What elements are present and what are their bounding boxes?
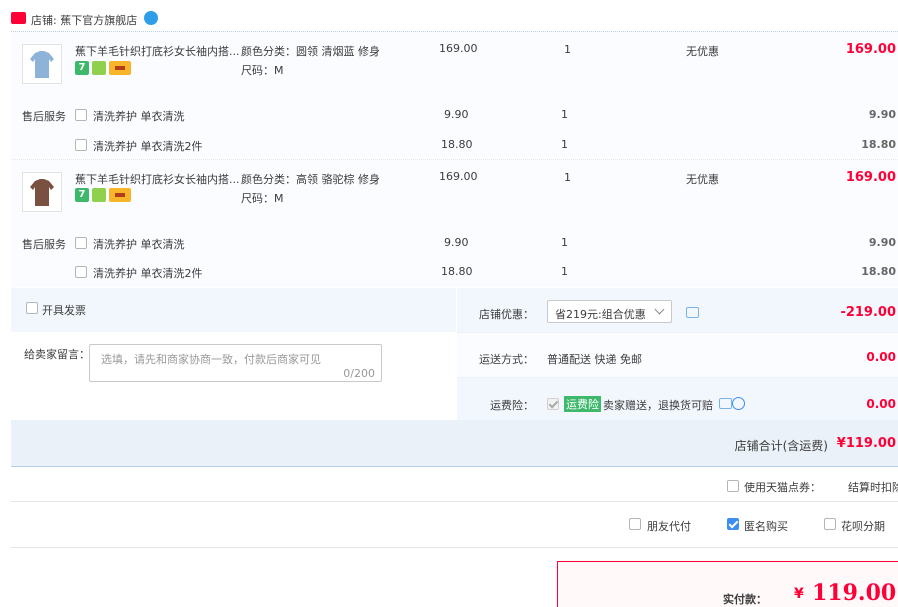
coupon-label[interactable]: 使用天猫点券： [744, 479, 821, 495]
tmall-badge-icon [11, 12, 26, 24]
insurance-checkbox[interactable] [547, 398, 559, 410]
item-2-service-2-subtotal: 18.80 [861, 265, 896, 278]
item-2-service-1-qty: 1 [561, 236, 568, 249]
item-2-service-1-subtotal: 9.90 [868, 236, 896, 249]
payment-summary-box: 实付款： ¥ 119.00 [557, 561, 898, 607]
friend-pay-checkbox[interactable] [629, 518, 641, 530]
item-2-service-2-checkbox[interactable] [75, 266, 87, 278]
item-2-sku-size: 尺码：M [241, 192, 284, 205]
quality-guarantee-icon [92, 188, 106, 202]
invoice-label[interactable]: 开具发票 [42, 302, 86, 318]
credit-card-icon [109, 61, 131, 75]
item-1-title[interactable]: 蕉下羊毛针织打底衫女长袖内搭... [75, 43, 240, 59]
coupon-checkbox[interactable] [727, 480, 739, 492]
shop-discount-amount: -219.00 [840, 305, 896, 320]
shop-discount-label: 店铺优惠： [479, 308, 534, 321]
coupon-divider [11, 501, 898, 502]
discount-comment-icon[interactable] [686, 307, 699, 318]
item-1-price: 169.00 [439, 42, 478, 55]
shop-total-label: 店铺合计(含运费) [734, 439, 828, 453]
seven-day-return-icon: 7 [75, 188, 89, 202]
item-1-service-1-qty: 1 [561, 108, 568, 121]
item-1-service-1-label[interactable]: 清洗养护 单衣清洗 [93, 108, 185, 124]
item-2-qty: 1 [564, 171, 571, 184]
order-item-1: 蕉下羊毛针织打底衫女长袖内搭... 7 颜色分类：圆领 清烟蓝 修身 尺码：M … [11, 32, 898, 159]
chevron-down-icon [654, 304, 665, 315]
friend-pay-label[interactable]: 朋友代付 [647, 518, 691, 534]
pay-amount: 119.00 [812, 580, 897, 606]
insurance-text: 卖家赠送，退换货可赔 [603, 399, 713, 412]
item-1-promo: 无优惠 [686, 45, 719, 58]
sweater-icon [30, 51, 54, 78]
item-2-service-2-price: 18.80 [441, 265, 473, 278]
insurance-comment-icon[interactable] [719, 398, 732, 409]
message-placeholder: 选填，请先和商家协商一致，付款后商家可见 [101, 353, 321, 366]
anonymous-label[interactable]: 匿名购买 [744, 518, 788, 534]
item-1-qty: 1 [564, 43, 571, 56]
item-1-service-2-qty: 1 [561, 138, 568, 151]
shop-total-value: ¥119.00 [836, 436, 896, 451]
huabei-checkbox[interactable] [824, 518, 836, 530]
wangwang-chat-icon[interactable] [144, 11, 158, 25]
quality-guarantee-icon [92, 61, 106, 75]
message-textarea[interactable]: 选填，请先和商家协商一致，付款后商家可见 0/200 [89, 344, 382, 382]
message-label: 给卖家留言： [24, 348, 90, 361]
shipping-amount: 0.00 [866, 350, 896, 364]
item-1-services-label: 售后服务 [22, 110, 66, 123]
coupon-right-text: 结算时扣除 [848, 481, 898, 494]
item-2-title[interactable]: 蕉下羊毛针织打底衫女长袖内搭... [75, 171, 240, 187]
shipping-label: 运送方式： [479, 353, 534, 366]
item-2-subtotal: 169.00 [845, 170, 896, 185]
item-2-service-1-label[interactable]: 清洗养护 单衣清洗 [93, 236, 185, 252]
pay-currency: ¥ [794, 586, 804, 602]
item-1-thumbnail[interactable] [22, 44, 62, 84]
item-1-sku-color: 颜色分类：圆领 清烟蓝 修身 [241, 45, 380, 58]
pay-label: 实付款： [723, 593, 767, 606]
order-item-2: 蕉下羊毛针织打底衫女长袖内搭... 7 颜色分类：高领 骆驼棕 修身 尺码：M … [11, 160, 898, 287]
item-2-promo: 无优惠 [686, 173, 719, 186]
anonymous-checkbox[interactable] [727, 518, 739, 530]
insurance-label: 运费险： [490, 399, 534, 412]
item-1-service-1-price: 9.90 [444, 108, 469, 121]
shipping-value: 普通配送 快递 免邮 [547, 353, 642, 366]
message-counter: 0/200 [343, 367, 375, 380]
item-2-price: 169.00 [439, 170, 478, 183]
shop-header: 店铺: 蕉下官方旗舰店 [0, 0, 898, 32]
insurance-tag: 运费险 [564, 396, 601, 412]
item-1-service-1-subtotal: 9.90 [868, 108, 896, 121]
order-options-panel: 开具发票 给卖家留言： 选填，请先和商家协商一致，付款后商家可见 0/200 店… [11, 288, 898, 467]
item-1-subtotal: 169.00 [845, 42, 896, 57]
shop-name-link[interactable]: 店铺: 蕉下官方旗舰店 [31, 12, 137, 28]
item-1-sku-size: 尺码：M [241, 64, 284, 77]
item-1-service-2-label[interactable]: 清洗养护 单衣清洗2件 [93, 138, 203, 154]
item-1-service-2-price: 18.80 [441, 138, 473, 151]
item-2-service-2-qty: 1 [561, 265, 568, 278]
item-2-sku-color: 颜色分类：高领 骆驼棕 修身 [241, 173, 380, 186]
invoice-checkbox[interactable] [26, 302, 38, 314]
sweater-icon [30, 179, 54, 206]
item-2-service-1-checkbox[interactable] [75, 237, 87, 249]
item-1-service-1-checkbox[interactable] [75, 109, 87, 121]
shop-discount-select[interactable]: 省219元:组合优惠 [547, 300, 672, 323]
item-2-service-1-price: 9.90 [444, 236, 469, 249]
item-2-services-label: 售后服务 [22, 238, 66, 251]
item-1-service-2-checkbox[interactable] [75, 139, 87, 151]
huabei-label[interactable]: 花呗分期 [841, 518, 885, 534]
seven-day-return-icon: 7 [75, 61, 89, 75]
item-2-service-2-label[interactable]: 清洗养护 单衣清洗2件 [93, 265, 203, 281]
credit-card-icon [109, 188, 131, 202]
options-divider [11, 547, 898, 548]
shop-discount-select-value: 省219元:组合优惠 [555, 308, 646, 321]
item-2-thumbnail[interactable] [22, 172, 62, 212]
insurance-help-icon[interactable] [732, 397, 745, 410]
item-1-service-2-subtotal: 18.80 [861, 138, 896, 151]
insurance-amount: 0.00 [866, 397, 896, 411]
